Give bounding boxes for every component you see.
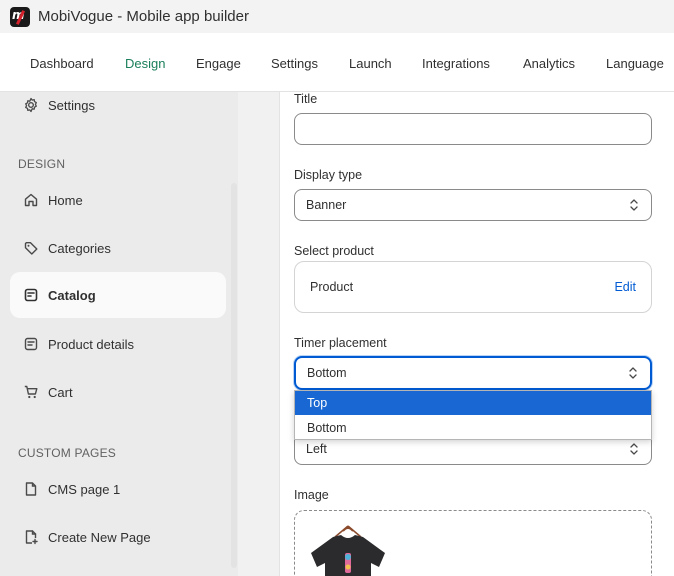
sidebar-item-create-new-page[interactable]: Create New Page bbox=[10, 514, 226, 560]
home-icon bbox=[22, 191, 40, 209]
sidebar-item-catalog[interactable]: Catalog bbox=[10, 272, 226, 318]
chevron-up-down-icon bbox=[629, 367, 637, 379]
timer-placement-label: Timer placement bbox=[294, 336, 387, 350]
catalog-icon bbox=[22, 286, 40, 304]
window-title-bar: m MobiVogue - Mobile app builder bbox=[0, 0, 674, 33]
sidebar-item-cart[interactable]: Cart bbox=[10, 369, 226, 415]
chevron-up-down-icon bbox=[630, 443, 638, 455]
dropdown-option-bottom[interactable]: Bottom bbox=[295, 416, 651, 440]
sidebar-item-label: Categories bbox=[48, 240, 111, 256]
tab-design[interactable]: Design bbox=[125, 56, 165, 71]
title-label: Title bbox=[294, 92, 318, 106]
display-type-select[interactable]: Banner bbox=[294, 189, 652, 221]
timer-placement-select[interactable]: Bottom bbox=[294, 356, 652, 390]
section-heading-design: DESIGN bbox=[18, 157, 66, 171]
sidebar-item-categories[interactable]: Categories bbox=[10, 225, 226, 271]
sidebar-scrollbar[interactable] bbox=[231, 183, 237, 568]
chevron-up-down-icon bbox=[630, 199, 638, 211]
tab-settings[interactable]: Settings bbox=[271, 56, 318, 71]
sidebar-item-product-details[interactable]: Product details bbox=[10, 321, 226, 367]
display-type-value: Banner bbox=[306, 198, 347, 212]
sidebar-item-cms-page-1[interactable]: CMS page 1 bbox=[10, 466, 226, 512]
image-label: Image bbox=[294, 488, 329, 502]
settings-card bbox=[279, 92, 674, 576]
sidebar-item-label: Catalog bbox=[48, 287, 96, 303]
sidebar-item-label: Create New Page bbox=[48, 529, 151, 545]
alignment-value: Left bbox=[306, 442, 327, 456]
dropdown-option-top[interactable]: Top bbox=[295, 391, 651, 415]
tab-engage[interactable]: Engage bbox=[196, 56, 241, 71]
gear-icon bbox=[22, 96, 40, 114]
edit-product-link[interactable]: Edit bbox=[614, 280, 636, 294]
app-logo: m bbox=[10, 6, 30, 27]
section-heading-custom-pages: CUSTOM PAGES bbox=[18, 446, 116, 460]
tab-language[interactable]: Language bbox=[606, 56, 664, 71]
sidebar-item-label: Settings bbox=[48, 97, 95, 113]
timer-placement-value: Bottom bbox=[307, 366, 347, 380]
page-add-icon bbox=[22, 528, 40, 546]
page-icon bbox=[22, 480, 40, 498]
sidebar-item-home[interactable]: Home bbox=[10, 177, 226, 223]
tab-integrations[interactable]: Integrations bbox=[422, 56, 490, 71]
tab-analytics[interactable]: Analytics bbox=[523, 56, 575, 71]
select-product-label: Select product bbox=[294, 244, 374, 258]
t-shirt-image bbox=[311, 525, 385, 576]
tab-dashboard[interactable]: Dashboard bbox=[30, 56, 94, 71]
sidebar-item-label: CMS page 1 bbox=[48, 481, 121, 497]
cart-icon bbox=[22, 383, 40, 401]
tab-launch[interactable]: Launch bbox=[349, 56, 392, 71]
categories-icon bbox=[22, 239, 40, 257]
sidebar-item-settings[interactable]: Settings bbox=[10, 82, 226, 128]
selected-product-box: Product Edit bbox=[294, 261, 652, 313]
sidebar-item-label: Home bbox=[48, 192, 83, 208]
app-title: MobiVogue - Mobile app builder bbox=[38, 8, 249, 25]
title-input[interactable] bbox=[294, 113, 652, 145]
timer-placement-dropdown: Top Bottom bbox=[294, 390, 652, 440]
image-upload-box[interactable] bbox=[294, 510, 652, 576]
display-type-label: Display type bbox=[294, 168, 363, 182]
sidebar-item-label: Product details bbox=[48, 336, 134, 352]
product-details-icon bbox=[22, 335, 40, 353]
product-name: Product bbox=[310, 280, 354, 294]
sidebar-item-label: Cart bbox=[48, 384, 73, 400]
